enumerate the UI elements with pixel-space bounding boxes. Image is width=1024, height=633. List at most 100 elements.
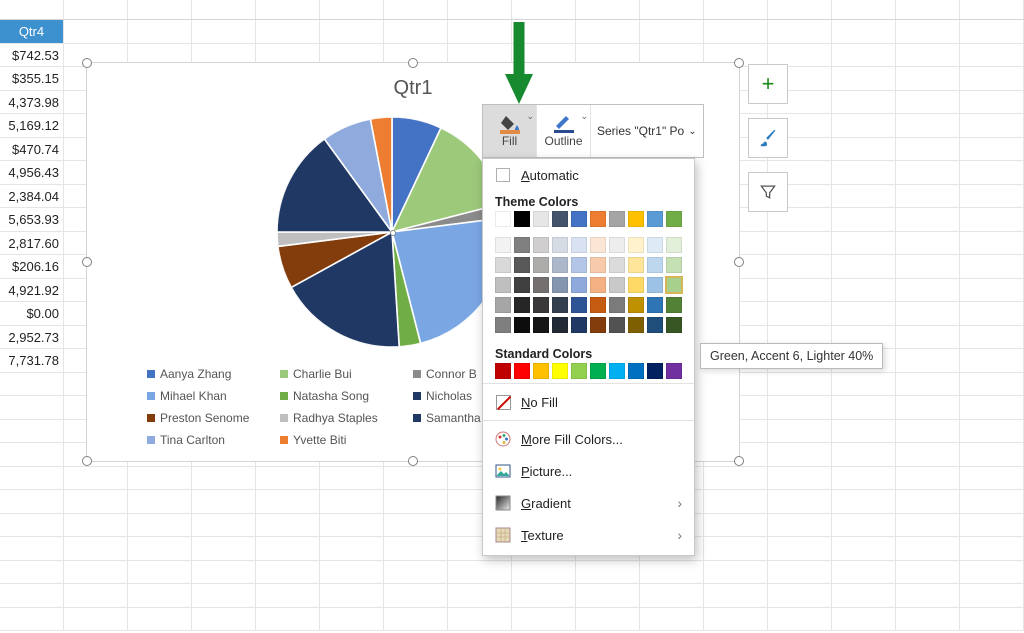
color-swatch[interactable]: [514, 277, 530, 293]
color-swatch[interactable]: [666, 297, 682, 313]
data-cell[interactable]: $0.00: [0, 302, 64, 325]
chart-title[interactable]: Qtr1: [87, 77, 739, 100]
legend-item[interactable]: Charlie Bui: [280, 367, 413, 381]
data-cell[interactable]: $742.53: [0, 44, 64, 67]
color-swatch[interactable]: [666, 277, 682, 293]
outline-button[interactable]: ⌄ Outline: [537, 105, 591, 157]
pie-center-handle[interactable]: [390, 230, 396, 236]
color-swatch[interactable]: [666, 317, 682, 333]
color-swatch[interactable]: [628, 297, 644, 313]
legend-item[interactable]: Aanya Zhang: [147, 367, 280, 381]
color-swatch[interactable]: [590, 297, 606, 313]
color-swatch[interactable]: [533, 317, 549, 333]
color-swatch[interactable]: [590, 363, 606, 379]
color-swatch[interactable]: [609, 237, 625, 253]
color-swatch[interactable]: [514, 297, 530, 313]
color-swatch[interactable]: [533, 257, 549, 273]
column-header-qtr4[interactable]: Qtr4: [0, 20, 64, 43]
gradient-fill-option[interactable]: Gradient ›: [483, 487, 694, 519]
automatic-fill-option[interactable]: Automatic: [483, 159, 694, 191]
color-swatch[interactable]: [571, 297, 587, 313]
color-swatch[interactable]: [533, 211, 549, 227]
color-swatch[interactable]: [647, 297, 663, 313]
color-swatch[interactable]: [571, 277, 587, 293]
data-cell[interactable]: 5,169.12: [0, 114, 64, 137]
color-swatch[interactable]: [666, 211, 682, 227]
resize-handle[interactable]: [408, 456, 418, 466]
legend-item[interactable]: Tina Carlton: [147, 433, 280, 447]
color-swatch[interactable]: [495, 211, 511, 227]
color-swatch[interactable]: [628, 257, 644, 273]
color-swatch[interactable]: [533, 363, 549, 379]
color-swatch[interactable]: [514, 257, 530, 273]
color-swatch[interactable]: [590, 257, 606, 273]
color-swatch[interactable]: [495, 257, 511, 273]
resize-handle[interactable]: [82, 58, 92, 68]
legend-item[interactable]: Natasha Song: [280, 389, 413, 403]
color-swatch[interactable]: [552, 277, 568, 293]
more-fill-colors-option[interactable]: More Fill Colors...: [483, 423, 694, 455]
color-swatch[interactable]: [552, 363, 568, 379]
color-swatch[interactable]: [514, 211, 530, 227]
color-swatch[interactable]: [495, 237, 511, 253]
color-swatch[interactable]: [552, 211, 568, 227]
color-swatch[interactable]: [495, 277, 511, 293]
color-swatch[interactable]: [571, 317, 587, 333]
color-swatch[interactable]: [609, 257, 625, 273]
legend-item[interactable]: Radhya Staples: [280, 411, 413, 425]
data-cell[interactable]: 4,921.92: [0, 279, 64, 302]
color-swatch[interactable]: [590, 277, 606, 293]
color-swatch[interactable]: [628, 317, 644, 333]
color-swatch[interactable]: [571, 237, 587, 253]
color-swatch[interactable]: [533, 297, 549, 313]
color-swatch[interactable]: [609, 363, 625, 379]
color-swatch[interactable]: [609, 211, 625, 227]
data-cell[interactable]: 5,653.93: [0, 208, 64, 231]
color-swatch[interactable]: [647, 211, 663, 227]
color-swatch[interactable]: [609, 297, 625, 313]
color-swatch[interactable]: [666, 237, 682, 253]
color-swatch[interactable]: [495, 317, 511, 333]
color-swatch[interactable]: [647, 237, 663, 253]
color-swatch[interactable]: [647, 363, 663, 379]
color-swatch[interactable]: [609, 317, 625, 333]
color-swatch[interactable]: [571, 211, 587, 227]
color-swatch[interactable]: [590, 317, 606, 333]
color-swatch[interactable]: [628, 277, 644, 293]
no-fill-option[interactable]: No Fill: [483, 386, 694, 418]
color-swatch[interactable]: [590, 237, 606, 253]
color-swatch[interactable]: [552, 257, 568, 273]
color-swatch[interactable]: [628, 211, 644, 227]
color-swatch[interactable]: [533, 277, 549, 293]
color-swatch[interactable]: [647, 257, 663, 273]
chart-styles-button[interactable]: [748, 118, 788, 158]
resize-handle[interactable]: [734, 58, 744, 68]
color-swatch[interactable]: [590, 211, 606, 227]
color-swatch[interactable]: [666, 363, 682, 379]
data-cell[interactable]: 2,384.04: [0, 185, 64, 208]
legend-item[interactable]: Mihael Khan: [147, 389, 280, 403]
color-swatch[interactable]: [628, 363, 644, 379]
color-swatch[interactable]: [571, 257, 587, 273]
data-cell[interactable]: $206.16: [0, 255, 64, 278]
data-cell[interactable]: 4,373.98: [0, 91, 64, 114]
color-swatch[interactable]: [552, 317, 568, 333]
color-swatch[interactable]: [647, 317, 663, 333]
chart-elements-button[interactable]: +: [748, 64, 788, 104]
series-selector[interactable]: Series "Qtr1" Po ⌄: [591, 105, 703, 157]
color-swatch[interactable]: [495, 297, 511, 313]
color-swatch[interactable]: [495, 363, 511, 379]
legend-item[interactable]: Preston Senome: [147, 411, 280, 425]
data-cell[interactable]: 2,952.73: [0, 326, 64, 349]
texture-fill-option[interactable]: Texture ›: [483, 519, 694, 551]
color-swatch[interactable]: [552, 237, 568, 253]
pie-chart[interactable]: [277, 117, 507, 347]
color-swatch[interactable]: [514, 317, 530, 333]
resize-handle[interactable]: [734, 257, 744, 267]
picture-fill-option[interactable]: Picture...: [483, 455, 694, 487]
color-swatch[interactable]: [609, 277, 625, 293]
color-swatch[interactable]: [552, 297, 568, 313]
resize-handle[interactable]: [408, 58, 418, 68]
resize-handle[interactable]: [734, 456, 744, 466]
color-swatch[interactable]: [571, 363, 587, 379]
